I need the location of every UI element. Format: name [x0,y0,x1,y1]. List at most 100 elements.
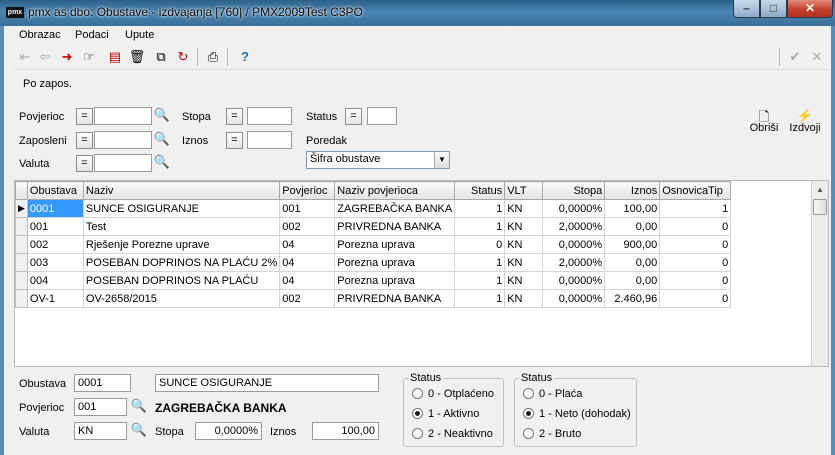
table-row[interactable]: 003 POSEBAN DOPRINOS NA PLAĆU 2% 04 Pore… [15,253,732,272]
detail-stopa-input[interactable]: 0,0000% [195,422,262,440]
iznos-operator-button[interactable]: = [226,132,243,149]
cell-obustava[interactable]: 001 [26,217,84,236]
cell-naziv[interactable]: Rješenje Porezne uprave [82,235,281,254]
cell-povjerioc[interactable]: 001 [279,199,336,218]
cell-povjerioc[interactable]: 002 [279,217,336,236]
cell-iznos[interactable]: 0,00 [604,253,661,272]
cell-naziv-povjerioca[interactable]: Porezna uprava [334,253,456,272]
chevron-down-icon[interactable]: ▼ [434,152,449,168]
detail-naziv-input[interactable]: SUNCE OSIGURANJE [155,374,379,392]
poredak-select[interactable]: Šifra obustave ▼ [306,151,450,169]
cell-povjerioc[interactable]: 002 [279,289,336,308]
cell-status[interactable]: 1 [454,217,506,236]
menu-podaci[interactable]: Podaci [75,29,109,41]
status1-option-1[interactable]: 1 - Aktivno [412,408,479,420]
close-button[interactable]: ✕ [787,0,833,18]
cell-povjerioc[interactable]: 04 [279,253,336,272]
cell-povjerioc[interactable]: 04 [279,235,336,254]
cell-naziv-povjerioca[interactable]: ZAGREBAČKA BANKA [334,199,456,218]
cell-osnovicatip[interactable]: 0 [659,235,732,254]
cell-iznos[interactable]: 0,00 [604,217,661,236]
cell-obustava[interactable]: 002 [26,235,84,254]
valuta-filter-input[interactable] [94,154,152,172]
cell-naziv[interactable]: POSEBAN DOPRINOS NA PLAĆU 2% [82,253,281,272]
zaposleni-search-icon[interactable]: 🔍 [152,131,172,149]
table-row[interactable]: 004 POSEBAN DOPRINOS NA PLAĆU 04 Porezna… [15,271,732,290]
detail-valuta-search-icon[interactable]: 🔍 [129,422,149,440]
status2-option-0[interactable]: 0 - Plaća [523,388,582,400]
col-header-povjerioc[interactable]: Povjerioc [279,181,336,200]
cell-status[interactable]: 0 [454,235,506,254]
cell-osnovicatip[interactable]: 0 [659,217,732,236]
hand-point-icon[interactable]: ☞ [80,48,98,66]
back-icon[interactable]: ⇦ [36,48,54,66]
cell-iznos[interactable]: 2.460,96 [604,289,661,308]
table-row[interactable]: OV-1 OV-2658/2015 002 PRIVREDNA BANKA 1 … [15,289,732,308]
cell-status[interactable]: 1 [454,271,506,290]
cell-vlt[interactable]: KN [504,235,544,254]
cell-stopa[interactable]: 0,0000% [542,289,606,308]
cell-obustava[interactable]: OV-1 [26,289,84,308]
valuta-search-icon[interactable]: 🔍 [152,154,172,172]
table-row[interactable]: 001 Test 002 PRIVREDNA BANKA 1 KN 2,0000… [15,217,732,236]
cell-naziv-povjerioca[interactable]: Porezna uprava [334,271,456,290]
copy-doc-icon[interactable]: ⧉ [152,48,170,66]
zaposleni-operator-button[interactable]: = [76,132,93,149]
col-header-status[interactable]: Status [454,181,506,200]
grid-vertical-scrollbar[interactable]: ▲ [811,181,828,366]
status1-option-2[interactable]: 2 - Neaktivno [412,428,493,440]
cell-vlt[interactable]: KN [504,271,544,290]
col-header-stopa[interactable]: Stopa [542,181,606,200]
cell-iznos[interactable]: 100,00 [604,199,661,218]
cell-status[interactable]: 1 [454,289,506,308]
cell-stopa[interactable]: 0,0000% [542,271,606,290]
scroll-thumb[interactable] [813,199,827,215]
check-icon[interactable]: ✔ [786,48,804,66]
help-icon[interactable]: ? [236,48,254,66]
scroll-up-icon[interactable]: ▲ [812,181,828,198]
cell-naziv-povjerioca[interactable]: Porezna uprava [334,235,456,254]
col-header-vlt[interactable]: VLT [504,181,544,200]
cell-naziv[interactable]: POSEBAN DOPRINOS NA PLAĆU [82,271,281,290]
cell-osnovicatip[interactable]: 1 [659,199,732,218]
stopa-operator-button[interactable]: = [226,108,243,125]
cell-stopa[interactable]: 2,0000% [542,217,606,236]
cell-iznos[interactable]: 0,00 [604,271,661,290]
exit-icon[interactable]: ⇤ [16,48,34,66]
menu-upute[interactable]: Upute [125,29,154,41]
cell-naziv[interactable]: OV-2658/2015 [82,289,281,308]
forward-red-icon[interactable]: ➜ [58,48,76,66]
stopa-filter-input[interactable] [247,107,292,125]
col-header-osnovicatip[interactable]: OsnovicaTip [659,181,732,200]
cell-status[interactable]: 1 [454,199,506,218]
cell-vlt[interactable]: KN [504,289,544,308]
valuta-operator-button[interactable]: = [76,155,93,172]
print-icon[interactable]: ⎙ [204,48,222,66]
cell-osnovicatip[interactable]: 0 [659,253,732,272]
col-header-naziv-povjerioca[interactable]: Naziv povjerioca [334,181,456,200]
cell-obustava[interactable]: 0001 [26,199,84,218]
obrisi-button[interactable]: 🗋 Obriši [748,108,780,134]
cell-vlt[interactable]: KN [504,253,544,272]
cell-vlt[interactable]: KN [504,217,544,236]
table-row[interactable]: ▶ 0001 SUNCE OSIGURANJE 001 ZAGREBAČKA B… [15,199,732,218]
detail-valuta-input[interactable]: KN [74,422,127,440]
povjerioc-search-icon[interactable]: 🔍 [152,107,172,125]
status-filter-input[interactable] [367,107,397,125]
povjerioc-operator-button[interactable]: = [76,108,93,125]
maximize-button[interactable]: □ [760,0,787,18]
cell-povjerioc[interactable]: 04 [279,271,336,290]
detail-povjerioc-input[interactable]: 001 [74,398,127,416]
cell-iznos[interactable]: 900,00 [604,235,661,254]
cell-naziv[interactable]: SUNCE OSIGURANJE [82,199,281,218]
cell-vlt[interactable]: KN [504,199,544,218]
col-header-iznos[interactable]: Iznos [604,181,661,200]
detail-povjerioc-search-icon[interactable]: 🔍 [129,398,149,416]
cell-osnovicatip[interactable]: 0 [659,289,732,308]
status1-option-0[interactable]: 0 - Otplaćeno [412,388,494,400]
cell-osnovicatip[interactable]: 0 [659,271,732,290]
cell-naziv[interactable]: Test [82,217,281,236]
cell-stopa[interactable]: 0,0000% [542,199,606,218]
cell-naziv-povjerioca[interactable]: PRIVREDNA BANKA [334,289,456,308]
iznos-filter-input[interactable] [247,131,292,149]
